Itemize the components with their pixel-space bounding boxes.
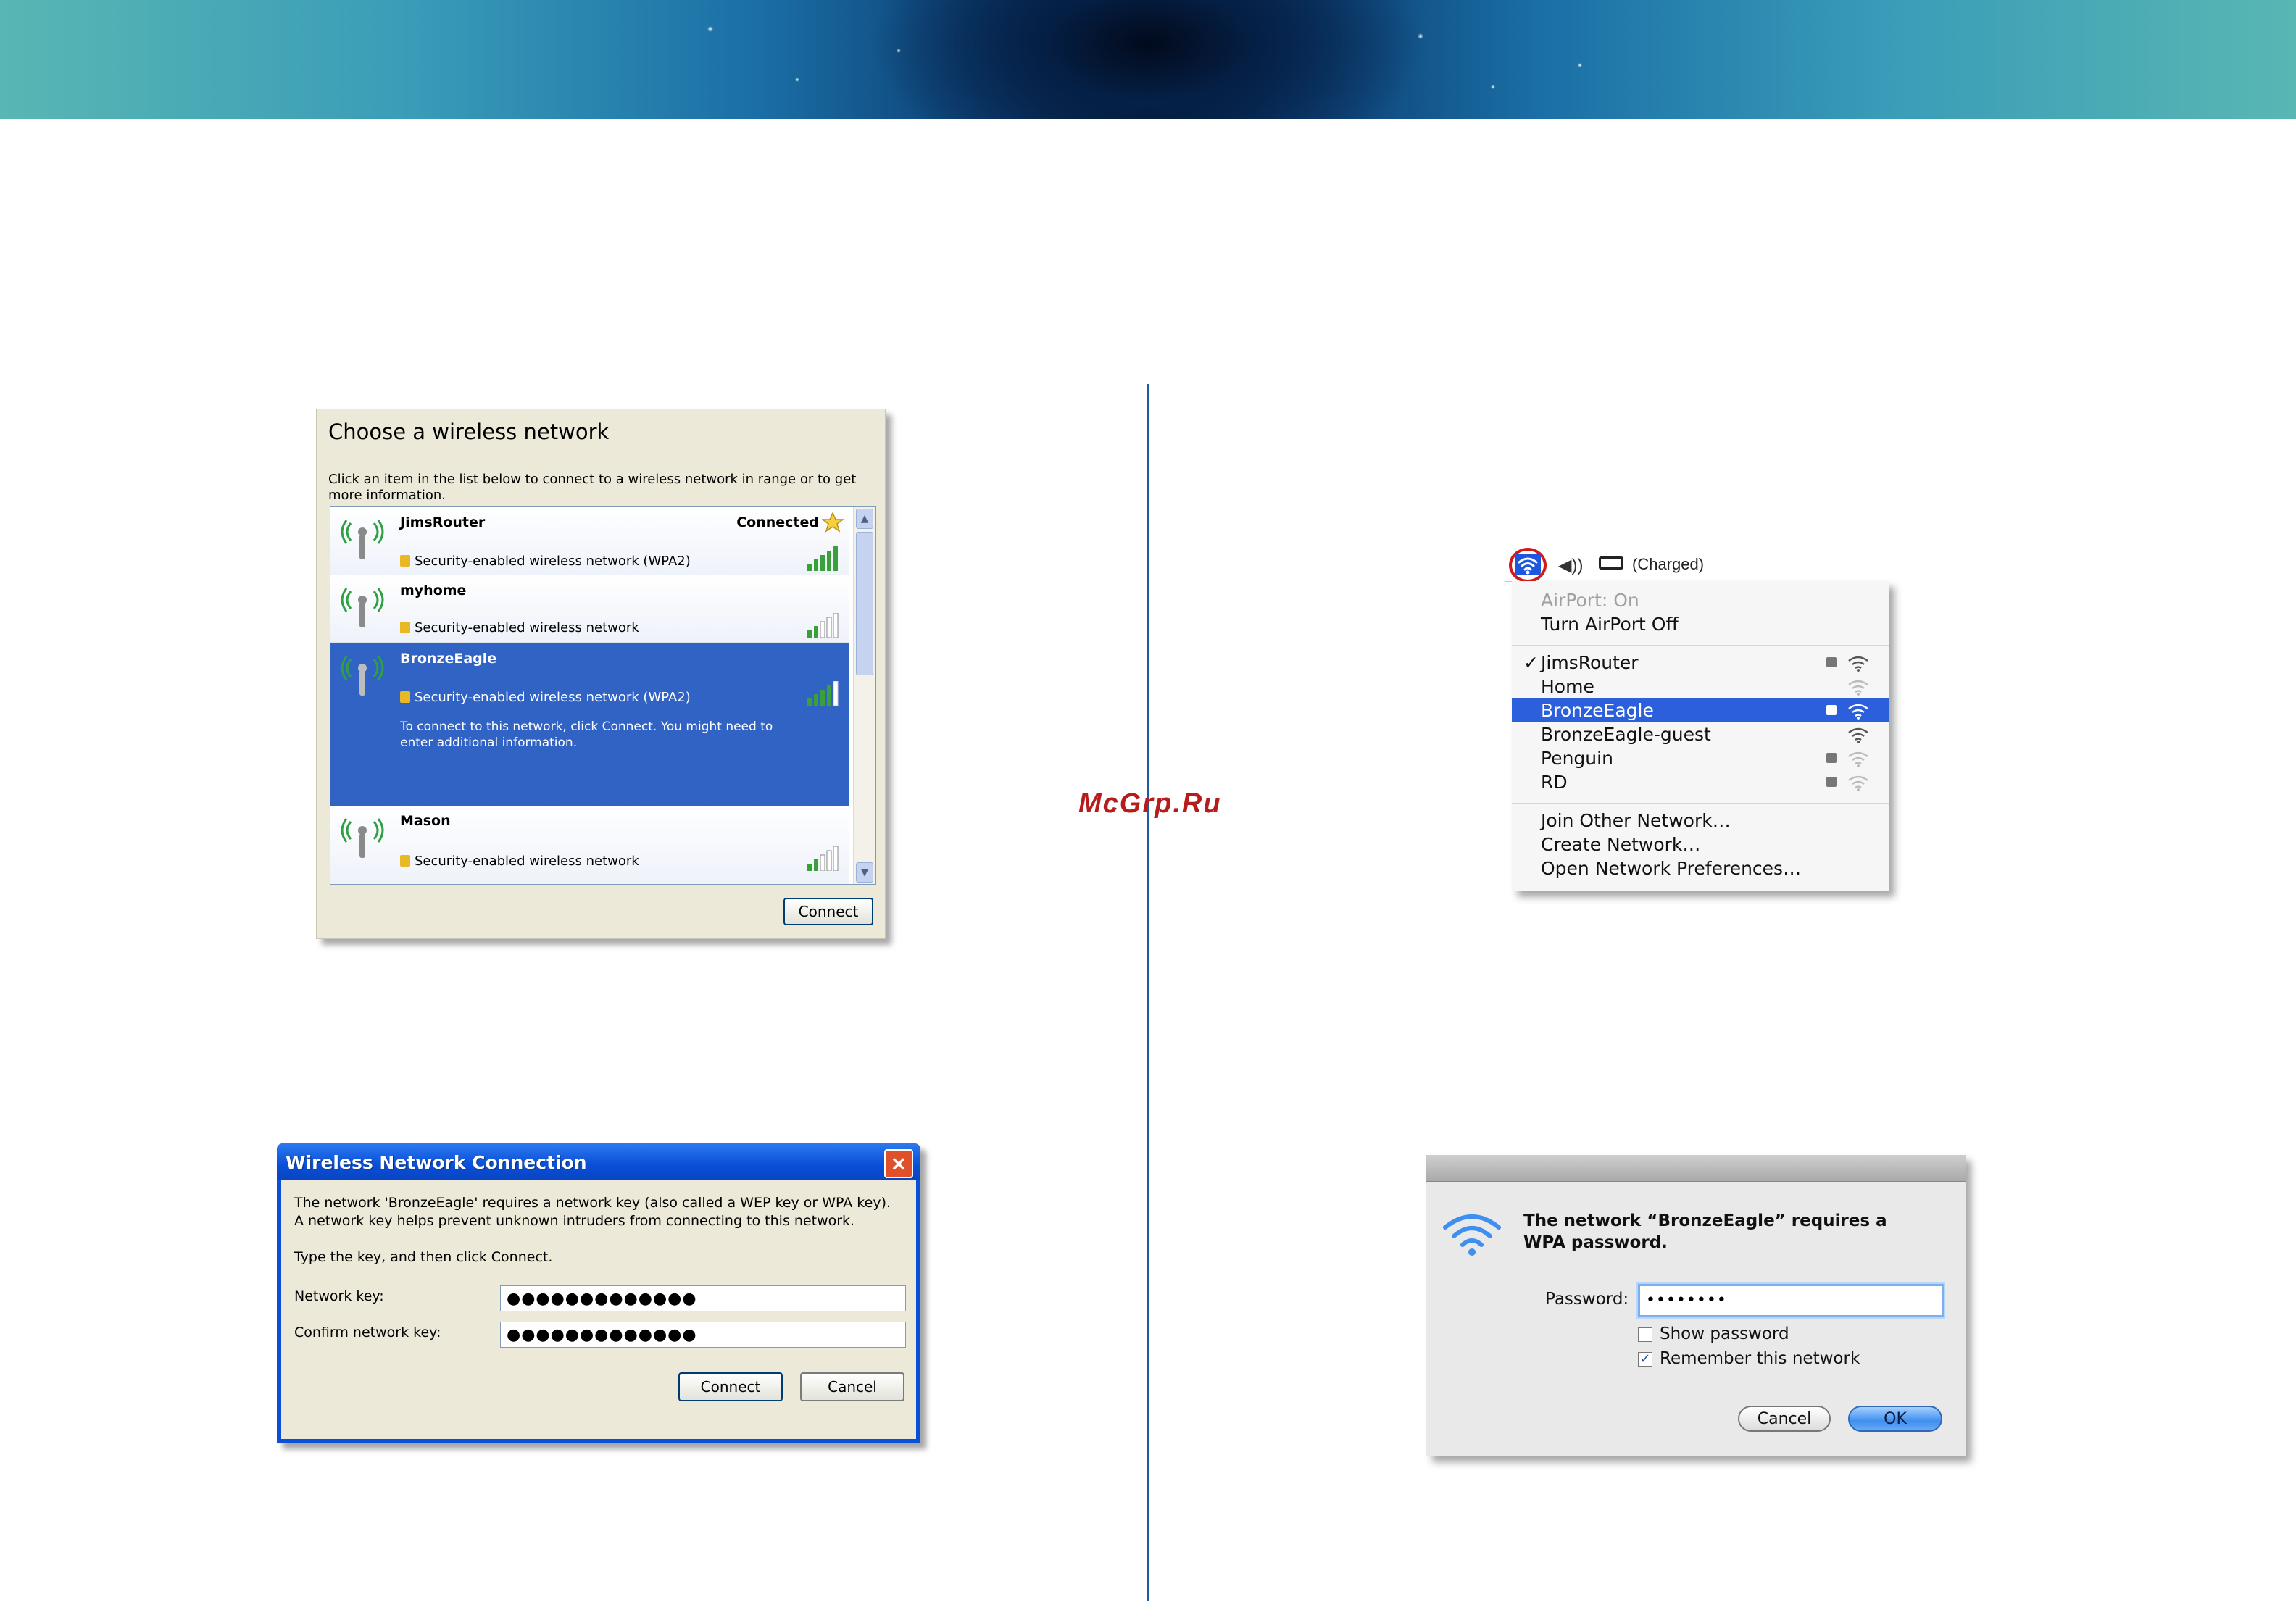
wireless-antenna-icon: [341, 656, 384, 696]
remember-network-checkbox[interactable]: ✓: [1638, 1352, 1652, 1367]
menu-network-item[interactable]: BronzeEagle-guest: [1512, 722, 1889, 746]
network-item[interactable]: JimsRouter Connected Security-enabled wi…: [330, 507, 849, 576]
dialog-message: The network 'BronzeEagle' requires a net…: [294, 1195, 891, 1229]
ok-button[interactable]: OK: [1848, 1406, 1942, 1432]
wifi-signal-icon: [1848, 704, 1868, 720]
menu-network-item[interactable]: ✓ JimsRouter: [1512, 651, 1889, 675]
show-password-label: Show password: [1660, 1325, 1789, 1343]
connect-button[interactable]: Connect: [678, 1372, 783, 1401]
connection-status: Connected: [736, 514, 819, 530]
dialog-title: Wireless Network Connection: [286, 1152, 587, 1173]
network-key-field[interactable]: ●●●●●●●●●●●●●: [500, 1285, 906, 1311]
network-list: JimsRouter Connected Security-enabled wi…: [330, 506, 876, 885]
cancel-button[interactable]: Cancel: [800, 1372, 904, 1401]
wifi-signal-icon: [1848, 680, 1868, 696]
wireless-network-connection-dialog: Wireless Network Connection × The networ…: [277, 1143, 920, 1443]
window-description: Click an item in the list below to conne…: [328, 472, 857, 503]
show-password-checkbox[interactable]: [1638, 1327, 1652, 1342]
close-icon[interactable]: ×: [884, 1149, 913, 1178]
network-name: myhome: [400, 583, 467, 598]
lock-icon: [400, 855, 410, 867]
scroll-up-icon[interactable]: ▲: [856, 509, 873, 529]
password-field[interactable]: ••••••••: [1638, 1284, 1944, 1317]
network-name: BronzeEagle: [400, 651, 497, 667]
watermark: McGrp.Ru: [1078, 788, 1222, 819]
connect-button[interactable]: Connect: [783, 898, 873, 925]
dialog-message: The network “BronzeEagle” requires a WPA…: [1523, 1211, 1887, 1252]
create-network-item[interactable]: Create Network…: [1512, 833, 1889, 856]
dialog-title-bar: Wireless Network Connection ×: [277, 1143, 920, 1180]
wifi-signal-icon: [1848, 775, 1868, 791]
security-description: Security-enabled wireless network (WPA2): [400, 554, 691, 569]
column-divider: [1147, 384, 1149, 1601]
lock-icon: [1826, 777, 1837, 787]
wifi-signal-icon: [1848, 656, 1868, 672]
battery-icon[interactable]: [1599, 556, 1623, 570]
airport-menu: AirPort: On Turn AirPort Off ✓ JimsRoute…: [1512, 581, 1889, 891]
mac-menu-bar: ◀)) (Charged): [1505, 548, 1887, 583]
network-list-scrollbar[interactable]: ▲ ▼: [853, 507, 875, 884]
dialog-body: The network 'BronzeEagle' requires a net…: [281, 1180, 916, 1439]
open-network-preferences-item[interactable]: Open Network Preferences…: [1512, 856, 1889, 880]
turn-airport-off-item[interactable]: Turn AirPort Off: [1512, 612, 1889, 636]
airport-icon[interactable]: [1515, 554, 1541, 575]
confirm-key-field[interactable]: ●●●●●●●●●●●●●: [500, 1322, 906, 1348]
wifi-signal-icon: [1848, 727, 1868, 743]
lock-icon: [400, 622, 410, 633]
header-banner: [0, 0, 2296, 119]
lock-icon: [1826, 705, 1837, 715]
dialog-title-bar: [1426, 1155, 1966, 1182]
signal-strength-icon: [807, 681, 839, 706]
wifi-signal-icon: [1848, 751, 1868, 767]
wireless-antenna-icon: [341, 520, 384, 559]
network-name: JimsRouter: [400, 514, 486, 530]
network-item-selected[interactable]: BronzeEagle Security-enabled wireless ne…: [330, 643, 849, 806]
lock-icon: [1826, 753, 1837, 763]
network-item[interactable]: Mason Security-enabled wireless network: [330, 806, 849, 884]
wpa-password-dialog: The network “BronzeEagle” requires a WPA…: [1426, 1155, 1966, 1456]
wireless-antenna-icon: [341, 588, 384, 627]
star-icon: [822, 512, 844, 533]
connect-hint: To connect to this network, click Connec…: [400, 720, 773, 750]
battery-status: (Charged): [1632, 555, 1705, 573]
wifi-icon: [1443, 1214, 1501, 1256]
network-name: Mason: [400, 813, 451, 829]
security-description: Security-enabled wireless network: [400, 854, 639, 869]
menu-network-item-highlighted[interactable]: BronzeEagle: [1512, 698, 1889, 722]
volume-icon[interactable]: ◀)): [1558, 555, 1583, 576]
menu-network-item[interactable]: RD: [1512, 770, 1889, 794]
lock-icon: [400, 691, 410, 703]
lock-icon: [1826, 657, 1837, 667]
password-label: Password:: [1545, 1290, 1629, 1309]
scroll-down-icon[interactable]: ▼: [856, 862, 873, 883]
signal-strength-icon: [807, 846, 839, 871]
lock-icon: [400, 555, 410, 567]
scroll-thumb[interactable]: [856, 532, 873, 675]
signal-strength-icon: [807, 613, 839, 638]
remember-network-label: Remember this network: [1660, 1349, 1860, 1368]
choose-wireless-network-window: Choose a wireless network Click an item …: [316, 409, 886, 939]
dialog-instruction: Type the key, and then click Connect.: [294, 1249, 553, 1265]
menu-network-item[interactable]: Home: [1512, 675, 1889, 698]
checkmark-icon: ✓: [1523, 652, 1539, 673]
network-key-label: Network key:: [294, 1288, 384, 1304]
security-description: Security-enabled wireless network: [400, 620, 639, 635]
menu-network-item[interactable]: Penguin: [1512, 746, 1889, 770]
signal-strength-icon: [807, 546, 838, 571]
airport-status-item: AirPort: On: [1541, 590, 1639, 611]
window-title: Choose a wireless network: [328, 420, 610, 444]
join-other-network-item[interactable]: Join Other Network…: [1512, 809, 1889, 833]
confirm-key-label: Confirm network key:: [294, 1325, 441, 1340]
security-description: Security-enabled wireless network (WPA2): [400, 690, 691, 705]
network-item[interactable]: myhome Security-enabled wireless network: [330, 575, 849, 643]
wireless-antenna-icon: [341, 818, 384, 858]
cancel-button[interactable]: Cancel: [1738, 1406, 1831, 1432]
